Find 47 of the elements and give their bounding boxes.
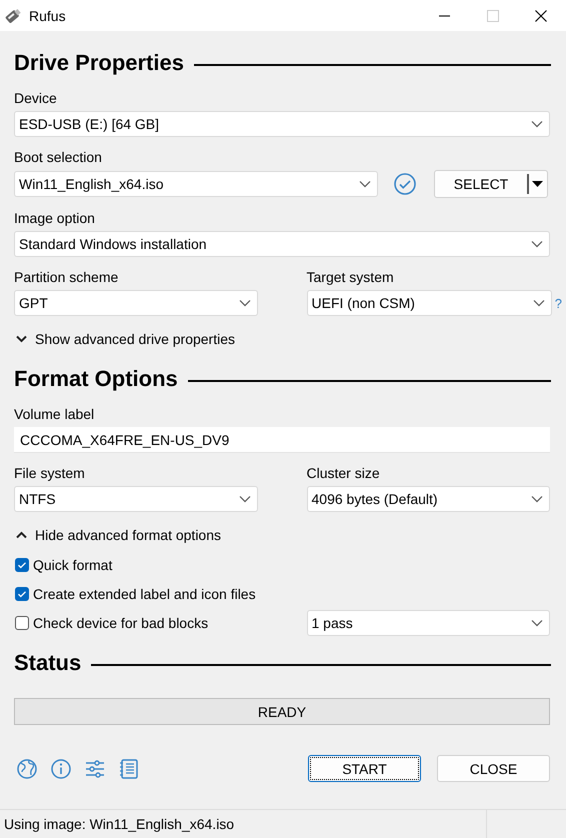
chevron-down-icon	[359, 180, 371, 188]
checkmark-icon	[17, 588, 27, 598]
status-bar-text: Using image: Win11_English_x64.iso	[0, 810, 487, 838]
close-icon	[535, 10, 547, 22]
field-label: Volume label	[14, 406, 96, 423]
chevron-down-icon	[531, 120, 543, 128]
chevron-down-icon	[238, 299, 250, 307]
chevron-down-icon	[531, 618, 543, 626]
checkbox[interactable]: Create extended label and icon files	[14, 586, 256, 602]
chevron-down-icon	[531, 240, 543, 248]
dropdown[interactable]: 4096 bytes (Default)	[306, 486, 550, 512]
select-button[interactable]: SELECT	[434, 170, 548, 198]
field-label: File system	[14, 465, 86, 482]
chevron-down-icon	[532, 299, 545, 307]
dropdown[interactable]: Standard Windows installation	[14, 231, 550, 257]
dropdown[interactable]: NTFS	[14, 486, 258, 512]
action-button[interactable]: START	[308, 755, 421, 782]
dropdown[interactable]: UEFI (non CSM)	[306, 290, 552, 316]
field-label: Partition scheme	[14, 269, 120, 286]
checkbox[interactable]: Check device for bad blocks	[14, 614, 208, 630]
notebook-icon[interactable]	[118, 758, 140, 780]
input-field[interactable]: CCCOMA_X64FRE_EN-US_DV9	[14, 427, 550, 453]
section-heading: Drive Properties	[14, 50, 184, 76]
section-heading: Format Options	[14, 366, 178, 392]
chevron-down-icon	[238, 495, 250, 503]
dropdown[interactable]: Win11_English_x64.iso	[14, 171, 378, 197]
check-circle-icon	[393, 172, 417, 196]
section-heading: Status	[14, 650, 82, 676]
window-title: Rufus	[29, 8, 66, 24]
globe-icon[interactable]	[16, 758, 38, 780]
field-label: Device	[14, 90, 58, 107]
field-label: Cluster size	[306, 465, 381, 482]
info-icon[interactable]	[50, 758, 72, 780]
action-button[interactable]: CLOSE	[437, 755, 550, 782]
dropdown[interactable]: GPT	[14, 290, 258, 316]
checkbox[interactable]: Quick format	[14, 556, 112, 572]
field-label: Image option	[14, 210, 96, 227]
settings-icon[interactable]	[84, 758, 106, 780]
field-label: Boot selection	[14, 149, 103, 166]
field-label: Target system	[306, 269, 395, 286]
maximize-icon	[487, 10, 499, 22]
expander-toggle[interactable]: Hide advanced format options	[14, 524, 221, 546]
expander-toggle[interactable]: Show advanced drive properties	[14, 328, 236, 350]
dropdown[interactable]: 1 pass	[306, 610, 550, 636]
dropdown[interactable]: ESD-USB (E:) [64 GB]	[14, 111, 550, 137]
checkmark-icon	[17, 560, 27, 570]
chevron-down-icon	[531, 495, 543, 503]
